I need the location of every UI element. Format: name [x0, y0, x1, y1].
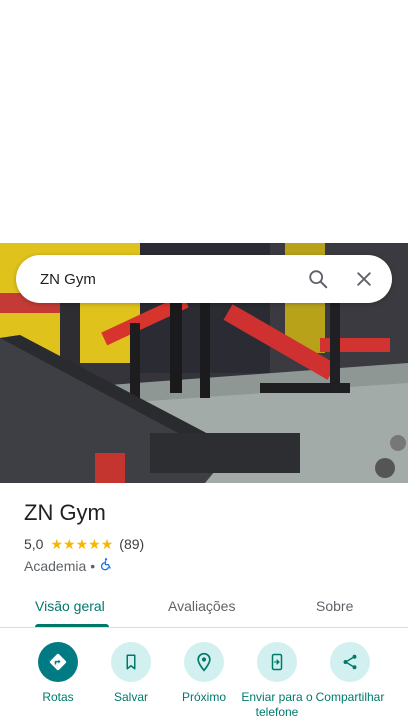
tab-overview[interactable]: Visão geral — [35, 584, 105, 628]
share-icon — [330, 642, 370, 682]
action-label: Salvar — [113, 690, 148, 704]
place-title: ZN Gym — [24, 500, 106, 525]
star-icon: ★ — [100, 536, 114, 552]
star-icon: ★ — [88, 536, 101, 552]
tab-about[interactable]: Sobre — [316, 584, 353, 628]
send-to-phone-icon — [257, 642, 297, 682]
close-icon[interactable] — [344, 259, 384, 299]
rating-value: 5,0 — [24, 536, 44, 552]
action-label: Enviar para o telefone — [241, 690, 313, 719]
star-icon: ★ — [63, 536, 76, 552]
star-icon: ★ — [50, 536, 64, 552]
action-label: Próximo — [181, 690, 226, 704]
rating-row[interactable]: 5,0 ★ ★ ★ ★ ★ (89) — [24, 536, 144, 552]
star-icon: ★ — [75, 536, 89, 552]
star-rating: ★ ★ ★ ★ ★ — [50, 537, 113, 551]
wheelchair-icon — [99, 557, 113, 574]
nearby-icon — [184, 642, 224, 682]
search-input[interactable]: ZN Gym — [40, 271, 298, 288]
nearby-button[interactable]: Próximo — [164, 642, 244, 705]
send-to-phone-button[interactable]: Enviar para o telefone — [237, 642, 317, 720]
bookmark-icon — [111, 642, 151, 682]
action-label: Rotas — [42, 690, 74, 704]
category-row: Academia • — [24, 557, 113, 574]
save-button[interactable]: Salvar — [91, 642, 171, 705]
share-button[interactable]: Compartilhar — [310, 642, 390, 705]
action-buttons: Rotas Salvar Próximo Enviar para o telef… — [0, 642, 408, 726]
directions-icon — [38, 642, 78, 682]
directions-button[interactable]: Rotas — [18, 642, 98, 705]
action-label: Compartilhar — [315, 690, 385, 704]
search-bar[interactable]: ZN Gym — [16, 255, 392, 303]
separator-dot: • — [90, 557, 96, 574]
review-count[interactable]: (89) — [119, 536, 144, 552]
search-icon[interactable] — [298, 259, 338, 299]
active-tab-indicator — [35, 624, 109, 627]
place-tabs: Visão geral Avaliações Sobre — [0, 584, 408, 628]
tab-reviews[interactable]: Avaliações — [168, 584, 235, 628]
category-label: Academia — [24, 557, 87, 574]
map-blank-area — [0, 0, 408, 243]
